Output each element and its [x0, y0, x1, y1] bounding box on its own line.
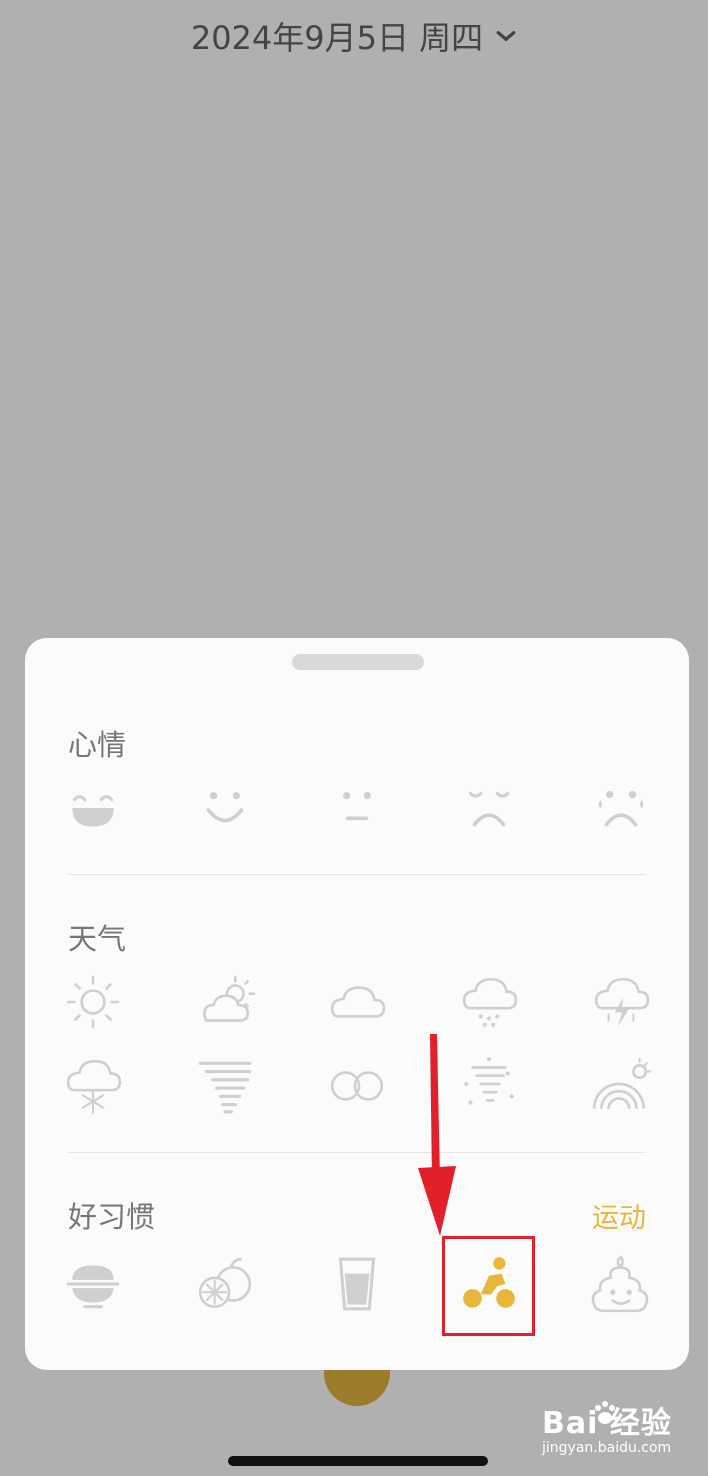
date-label: 2024年9月5日 周四 — [190, 19, 484, 57]
crying-face-icon[interactable] — [571, 776, 671, 840]
thunderstorm-icon[interactable] — [571, 970, 671, 1034]
mood-row — [43, 776, 671, 840]
wind-icon[interactable] — [175, 1054, 275, 1118]
partly-cloudy-icon[interactable] — [175, 970, 275, 1034]
annotation-arrow-icon — [418, 1034, 456, 1236]
laughing-face-icon[interactable] — [43, 776, 143, 840]
fruit-icon[interactable] — [175, 1252, 275, 1316]
weather-row-1 — [43, 970, 671, 1034]
habits-row — [43, 1252, 671, 1316]
watermark-url: jingyan.baidu.com — [542, 1440, 672, 1456]
record-sheet: 心情 天气 好习惯 运动 — [25, 638, 689, 1370]
weather-row-2 — [43, 1054, 671, 1118]
drag-handle[interactable] — [292, 654, 424, 670]
home-indicator[interactable] — [228, 1456, 488, 1466]
smiling-face-icon[interactable] — [175, 776, 275, 840]
snow-icon[interactable] — [43, 1054, 143, 1118]
divider — [68, 874, 646, 875]
weather-title: 天气 — [68, 922, 127, 956]
divider — [68, 1152, 646, 1153]
neutral-face-icon[interactable] — [307, 776, 407, 840]
habits-title: 好习惯 — [68, 1200, 156, 1234]
highlight-box — [442, 1236, 535, 1336]
date-selector[interactable]: 2024年9月5日 周四 — [0, 14, 708, 58]
baidu-watermark: Bai 经验 jingyan.baidu.com — [542, 1398, 692, 1460]
cloud-icon[interactable] — [307, 970, 407, 1034]
rainbow-icon[interactable] — [571, 1054, 671, 1118]
sun-icon[interactable] — [43, 970, 143, 1034]
sad-face-icon[interactable] — [439, 776, 539, 840]
selected-habit-label: 运动 — [592, 1203, 646, 1234]
paw-icon — [595, 1401, 615, 1424]
chevron-down-icon — [496, 31, 516, 42]
fog-icon[interactable] — [307, 1054, 407, 1118]
rain-icon[interactable] — [439, 970, 539, 1034]
poop-icon[interactable] — [571, 1252, 671, 1316]
meal-bowl-icon[interactable] — [43, 1252, 143, 1316]
water-glass-icon[interactable] — [307, 1252, 407, 1316]
mood-title: 心情 — [68, 728, 127, 762]
